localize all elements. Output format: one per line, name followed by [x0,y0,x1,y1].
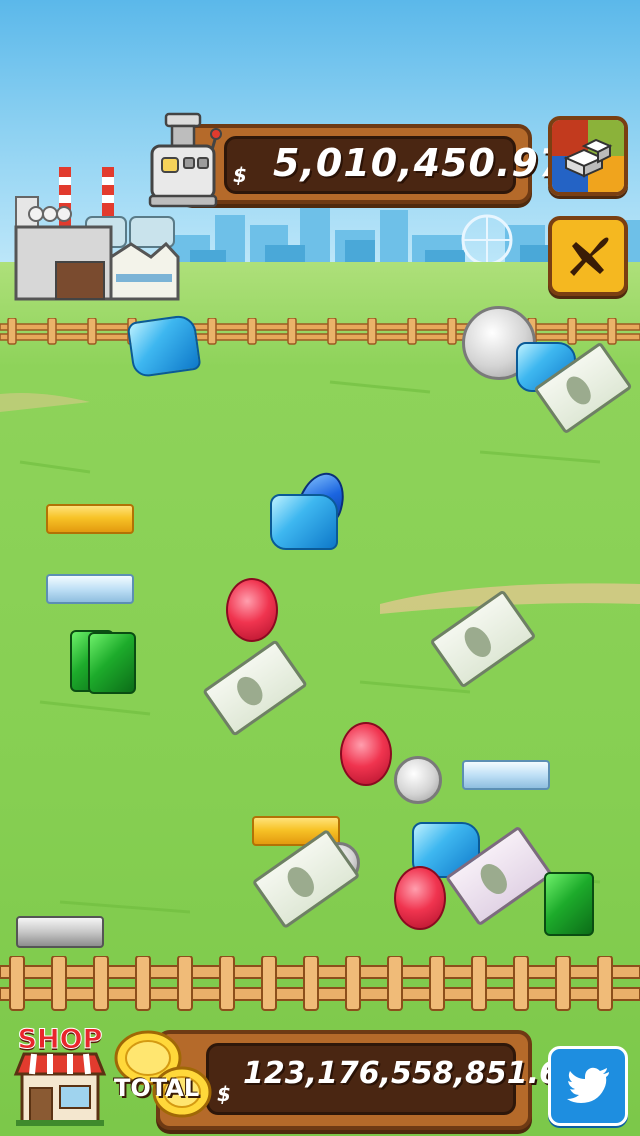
airplane-icon [570,237,609,276]
money-panel: $ 5,010,450.97 [178,124,565,204]
ruby[interactable] [340,722,392,786]
twitter-button[interactable] [548,1046,628,1126]
platinum-bar[interactable] [16,916,104,948]
total-amount: 123,176,558,851.62 [243,1056,581,1091]
total-currency: $ [217,1082,231,1106]
money-amount: 5,010,450.97 [273,141,567,185]
ruby[interactable] [394,866,446,930]
silver-bar[interactable] [46,574,134,604]
emerald[interactable] [88,632,136,694]
total-display: $ 123,176,558,851.62 [206,1043,581,1115]
blue-crystal[interactable] [126,313,202,379]
airplane-button[interactable] [548,216,628,296]
gold-bar[interactable] [46,504,134,534]
blocks-icon [563,138,613,178]
twitter-bird-icon [567,1067,609,1103]
blue-crystal[interactable] [270,494,338,550]
coin-machine-icon[interactable] [146,110,222,210]
dime-coin[interactable] [394,756,442,804]
ruby[interactable] [226,578,278,642]
shop-button[interactable]: SHOP [12,1022,108,1126]
money-currency: $ [233,163,247,187]
total-label: TOTAL [114,1074,200,1102]
money-display: $ 5,010,450.97 [224,136,565,194]
shop-icon [13,1052,107,1126]
silver-bar[interactable] [462,760,550,790]
blocks-button[interactable] [548,116,628,196]
shop-label: SHOP [17,1024,103,1056]
fence-bottom [0,956,640,1011]
emerald[interactable] [544,872,594,936]
